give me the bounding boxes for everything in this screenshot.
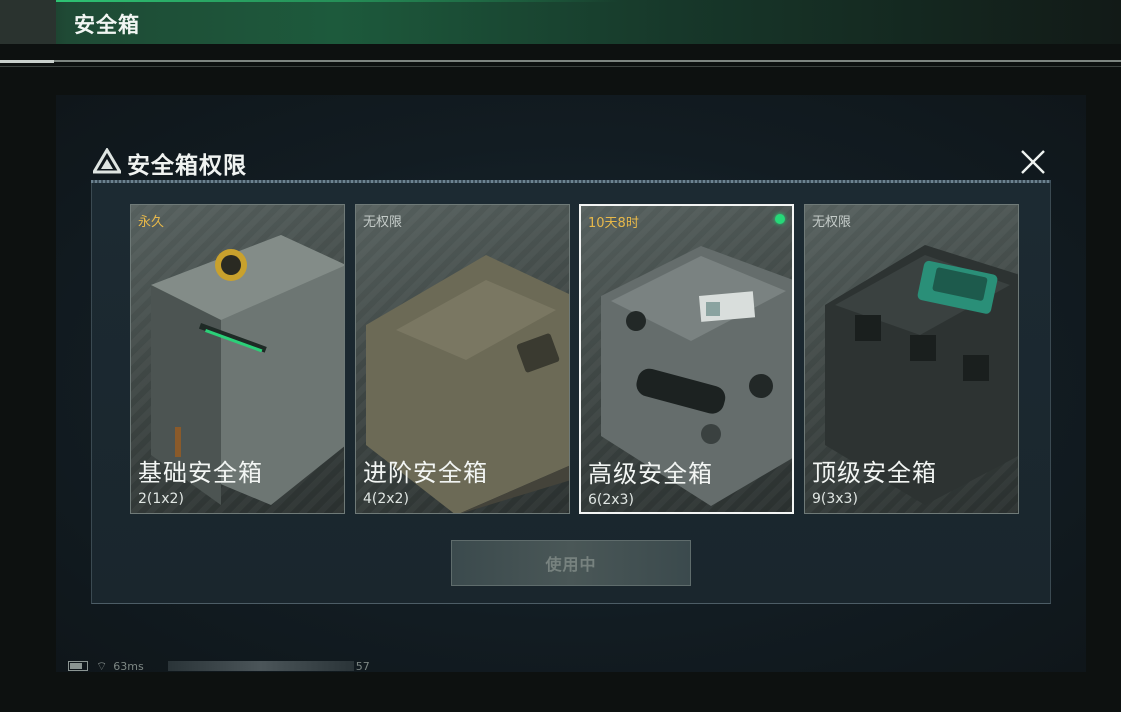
card-name: 基础安全箱 (138, 459, 263, 487)
top-bar: 安全箱 (0, 0, 1121, 44)
safe-box-dialog: 安全箱权限 永久 基础安全箱 2(1x2) 无权限 进阶安全箱 4(2x2) 1… (91, 140, 1051, 605)
top-bar-left-block (0, 0, 56, 44)
header-divider (0, 60, 1121, 63)
header-divider-thin (0, 66, 1121, 67)
card-capacity: 4(2x2) (363, 491, 409, 507)
top-bar-glow (0, 0, 620, 2)
card-name: 高级安全箱 (588, 460, 713, 488)
footer-number: 57 (355, 659, 370, 673)
safe-box-card-premium[interactable]: 10天8时 高级安全箱 6(2x3) (579, 204, 794, 514)
dialog-header: 安全箱权限 (91, 140, 1051, 182)
header-divider-accent (0, 60, 54, 63)
card-capacity: 2(1x2) (138, 491, 184, 507)
wifi-icon: ⌔ (96, 658, 108, 673)
dialog-title: 安全箱权限 (127, 153, 247, 179)
warning-triangle-icon (93, 148, 121, 174)
battery-icon (68, 661, 88, 671)
card-status: 无权限 (363, 215, 403, 230)
card-status: 10天8时 (588, 216, 639, 231)
card-status: 无权限 (812, 215, 852, 230)
ping-readout: 63ms (113, 659, 144, 673)
safe-box-card-basic[interactable]: 永久 基础安全箱 2(1x2) (130, 204, 345, 514)
in-use-button[interactable]: 使用中 (451, 540, 691, 586)
page-title: 安全箱 (74, 13, 140, 37)
close-icon[interactable] (1019, 148, 1047, 176)
safe-box-card-top[interactable]: 无权限 顶级安全箱 9(3x3) (804, 204, 1019, 514)
blurred-id-bar (167, 661, 354, 671)
dialog-body: 永久 基础安全箱 2(1x2) 无权限 进阶安全箱 4(2x2) 10天8时 高… (91, 183, 1051, 604)
in-use-indicator-dot (775, 214, 785, 224)
card-status: 永久 (138, 215, 165, 230)
safe-box-card-advanced[interactable]: 无权限 进阶安全箱 4(2x2) (355, 204, 570, 514)
card-name: 进阶安全箱 (363, 459, 488, 487)
status-footer: ⌔ 63ms 57 (68, 658, 370, 674)
card-capacity: 6(2x3) (588, 492, 634, 508)
card-name: 顶级安全箱 (812, 459, 937, 487)
card-capacity: 9(3x3) (812, 491, 858, 507)
